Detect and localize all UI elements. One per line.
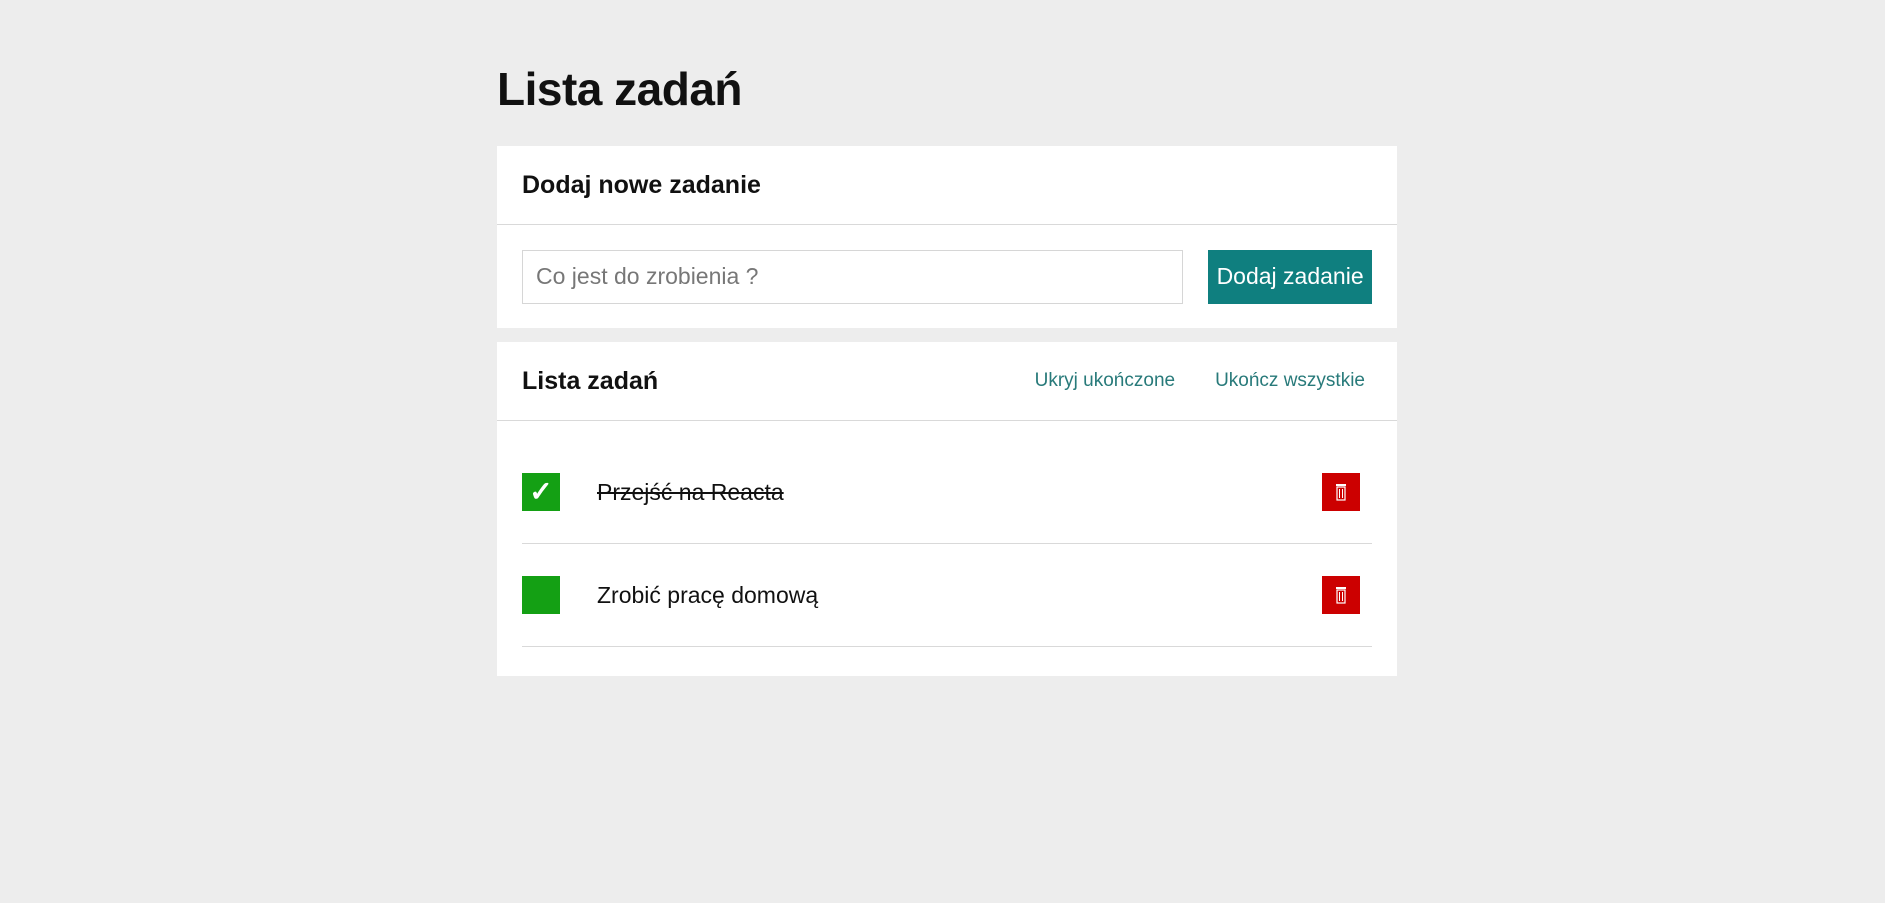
task-toggle-checkbox[interactable] [522,576,560,614]
task-list-section: Lista zadań Ukryj ukończone Ukończ wszys… [497,342,1397,676]
task-item: Zrobić pracę domową [522,544,1372,647]
task-list: ✓ Przejść na Reacta Zrobić pracę domową [497,421,1397,647]
task-list-heading: Lista zadań [522,366,659,395]
delete-task-button[interactable] [1322,576,1360,614]
task-item: ✓ Przejść na Reacta [522,441,1372,544]
task-toggle-checkbox[interactable]: ✓ [522,473,560,511]
checkmark-icon: ✓ [529,476,553,507]
add-task-header: Dodaj nowe zadanie [497,146,1397,225]
trash-icon [1336,587,1346,604]
add-task-section: Dodaj nowe zadanie Dodaj zadanie [497,146,1397,328]
add-task-heading: Dodaj nowe zadanie [522,170,761,199]
add-task-form: Dodaj zadanie [497,225,1397,328]
complete-all-button[interactable]: Ukończ wszystkie [1215,370,1365,392]
task-list-header: Lista zadań Ukryj ukończone Ukończ wszys… [497,342,1397,421]
trash-icon [1336,484,1346,501]
new-task-input[interactable] [522,249,1184,304]
add-task-button[interactable]: Dodaj zadanie [1208,249,1372,304]
task-label: Przejść na Reacta [597,478,784,505]
hide-completed-button[interactable]: Ukryj ukończone [1035,370,1175,392]
delete-task-button[interactable] [1322,473,1360,511]
page-title: Lista zadań [497,63,743,115]
task-label: Zrobić pracę domową [597,581,819,608]
